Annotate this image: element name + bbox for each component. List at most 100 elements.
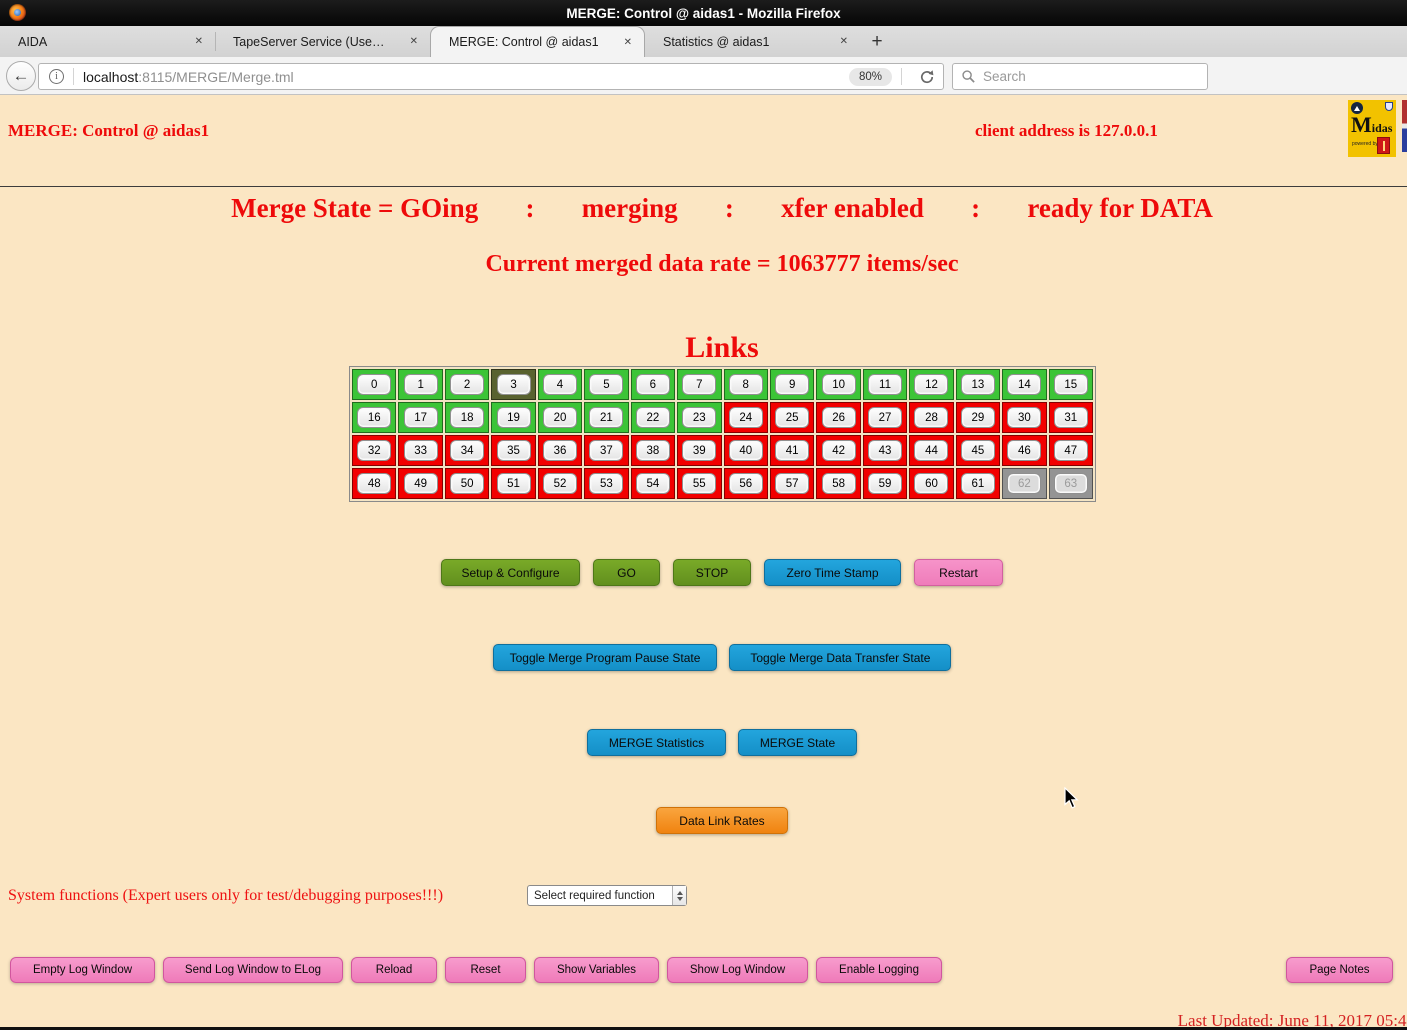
link-cell[interactable]: 54: [631, 468, 675, 499]
link-cell[interactable]: 60: [909, 468, 953, 499]
link-number-button: 34: [450, 440, 484, 461]
link-cell[interactable]: 13: [956, 369, 1000, 400]
search-input[interactable]: Search: [952, 63, 1208, 90]
browser-tab[interactable]: TapeServer Service (Use… ✕: [215, 26, 430, 57]
link-cell[interactable]: 23: [677, 402, 721, 433]
tab-close-icon[interactable]: ✕: [624, 37, 632, 48]
link-cell[interactable]: 25: [770, 402, 814, 433]
link-cell[interactable]: 55: [677, 468, 721, 499]
link-cell[interactable]: 59: [863, 468, 907, 499]
link-cell[interactable]: 32: [352, 435, 396, 466]
link-cell[interactable]: 24: [724, 402, 768, 433]
link-cell[interactable]: 35: [491, 435, 535, 466]
link-cell[interactable]: 38: [631, 435, 675, 466]
control-button[interactable]: GO: [593, 559, 660, 586]
link-cell[interactable]: 57: [770, 468, 814, 499]
url-bar[interactable]: i localhost:8115/MERGE/Merge.tml 80%: [38, 63, 944, 90]
browser-tab[interactable]: Statistics @ aidas1 ✕: [645, 26, 860, 57]
new-tab-button[interactable]: +: [862, 26, 892, 57]
footer-button[interactable]: Enable Logging: [816, 957, 942, 983]
browser-tab[interactable]: MERGE: Control @ aidas1 ✕: [430, 26, 645, 57]
link-cell[interactable]: 43: [863, 435, 907, 466]
link-cell[interactable]: 36: [538, 435, 582, 466]
footer-button[interactable]: Reload: [351, 957, 437, 983]
link-cell[interactable]: 40: [724, 435, 768, 466]
link-cell[interactable]: 9: [770, 369, 814, 400]
link-cell[interactable]: 48: [352, 468, 396, 499]
link-cell[interactable]: 26: [816, 402, 860, 433]
link-cell[interactable]: 52: [538, 468, 582, 499]
link-cell[interactable]: 12: [909, 369, 953, 400]
link-cell[interactable]: 33: [398, 435, 442, 466]
footer-button[interactable]: Send Log Window to ELog: [163, 957, 343, 983]
zoom-level-badge[interactable]: 80%: [849, 68, 892, 86]
site-info-icon[interactable]: i: [49, 69, 64, 84]
link-cell[interactable]: 53: [584, 468, 628, 499]
control-button[interactable]: Setup & Configure: [441, 559, 580, 586]
link-cell[interactable]: 31: [1049, 402, 1093, 433]
link-cell[interactable]: 29: [956, 402, 1000, 433]
midas-logo[interactable]: Midas powered by: [1348, 100, 1396, 157]
link-cell[interactable]: 17: [398, 402, 442, 433]
merge-info-button[interactable]: MERGE State: [738, 729, 857, 756]
footer-button[interactable]: Empty Log Window: [10, 957, 155, 983]
link-cell[interactable]: 44: [909, 435, 953, 466]
link-cell[interactable]: 37: [584, 435, 628, 466]
link-cell[interactable]: 41: [770, 435, 814, 466]
tab-close-icon[interactable]: ✕: [840, 36, 848, 47]
link-cell[interactable]: 39: [677, 435, 721, 466]
link-cell[interactable]: 10: [816, 369, 860, 400]
system-function-select[interactable]: Select required function: [527, 885, 687, 906]
link-cell[interactable]: 56: [724, 468, 768, 499]
link-cell[interactable]: 28: [909, 402, 953, 433]
link-cell[interactable]: 15: [1049, 369, 1093, 400]
link-cell[interactable]: 51: [491, 468, 535, 499]
link-cell[interactable]: 18: [445, 402, 489, 433]
page-notes-button[interactable]: Page Notes: [1286, 957, 1393, 983]
link-cell[interactable]: 11: [863, 369, 907, 400]
footer-button[interactable]: Show Variables: [534, 957, 659, 983]
link-cell[interactable]: 8: [724, 369, 768, 400]
footer-button[interactable]: Reset: [445, 957, 526, 983]
link-cell[interactable]: 61: [956, 468, 1000, 499]
link-cell[interactable]: 2: [445, 369, 489, 400]
link-cell[interactable]: 63: [1049, 468, 1093, 499]
link-cell[interactable]: 3: [491, 369, 535, 400]
link-cell[interactable]: 6: [631, 369, 675, 400]
toggle-button[interactable]: Toggle Merge Program Pause State: [493, 644, 718, 671]
reload-icon[interactable]: [919, 69, 935, 85]
link-cell[interactable]: 1: [398, 369, 442, 400]
link-cell[interactable]: 20: [538, 402, 582, 433]
link-cell[interactable]: 58: [816, 468, 860, 499]
link-cell[interactable]: 19: [491, 402, 535, 433]
footer-button[interactable]: Show Log Window: [667, 957, 808, 983]
back-button[interactable]: ←: [6, 61, 36, 91]
link-cell[interactable]: 50: [445, 468, 489, 499]
link-cell[interactable]: 4: [538, 369, 582, 400]
control-button[interactable]: Restart: [914, 559, 1003, 586]
browser-tab[interactable]: AIDA ✕: [0, 26, 215, 57]
toggle-button[interactable]: Toggle Merge Data Transfer State: [729, 644, 951, 671]
merge-info-button[interactable]: MERGE Statistics: [587, 729, 726, 756]
link-cell[interactable]: 16: [352, 402, 396, 433]
link-cell[interactable]: 46: [1002, 435, 1046, 466]
link-cell[interactable]: 42: [816, 435, 860, 466]
link-cell[interactable]: 62: [1002, 468, 1046, 499]
tab-close-icon[interactable]: ✕: [195, 36, 203, 47]
link-cell[interactable]: 22: [631, 402, 675, 433]
link-cell[interactable]: 27: [863, 402, 907, 433]
link-cell[interactable]: 21: [584, 402, 628, 433]
control-button[interactable]: Zero Time Stamp: [764, 559, 901, 586]
link-cell[interactable]: 45: [956, 435, 1000, 466]
data-link-rates-button[interactable]: Data Link Rates: [656, 807, 788, 834]
tab-close-icon[interactable]: ✕: [410, 36, 418, 47]
link-cell[interactable]: 14: [1002, 369, 1046, 400]
link-cell[interactable]: 30: [1002, 402, 1046, 433]
control-button[interactable]: STOP: [673, 559, 751, 586]
link-cell[interactable]: 0: [352, 369, 396, 400]
link-cell[interactable]: 47: [1049, 435, 1093, 466]
link-cell[interactable]: 7: [677, 369, 721, 400]
link-cell[interactable]: 34: [445, 435, 489, 466]
link-cell[interactable]: 49: [398, 468, 442, 499]
link-cell[interactable]: 5: [584, 369, 628, 400]
